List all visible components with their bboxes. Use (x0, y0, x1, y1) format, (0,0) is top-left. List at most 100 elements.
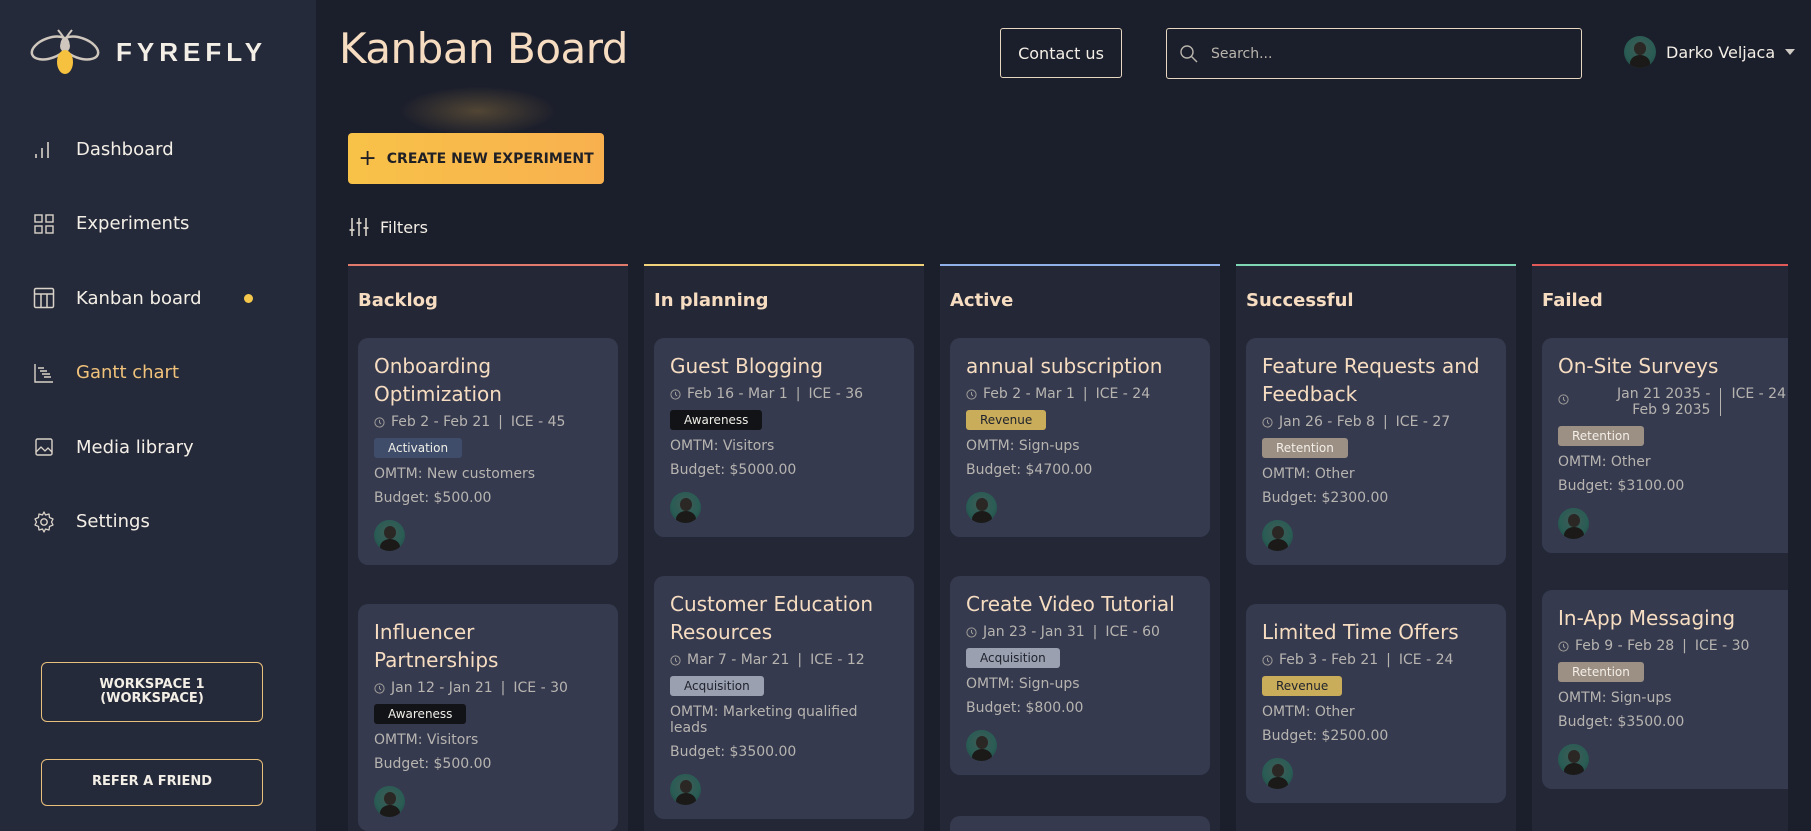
card-dates: Feb 3 - Feb 21 (1279, 652, 1379, 668)
experiment-card[interactable]: Feature Requests and Feedback Jan 26 - F… (1246, 338, 1506, 565)
card-title: Influencer Partnerships (374, 620, 499, 672)
card-ice-score: ICE - 24 (1095, 386, 1151, 402)
avatar (374, 786, 405, 817)
card-dates: Feb 2 - Feb 21 (391, 414, 491, 430)
column-successful: Successful Feature Requests and Feedback… (1236, 264, 1516, 831)
create-button-label: CREATE NEW EXPERIMENT (386, 150, 594, 167)
search-icon (1180, 44, 1198, 62)
card-meta: Feb 3 - Feb 21 | ICE - 24 (1262, 652, 1490, 668)
button-glow (398, 86, 558, 136)
card-meta: Jan 12 - Jan 21 | ICE - 30 (374, 680, 602, 696)
column-failed: Failed On-Site Surveys Jan 21 2035 - Feb… (1532, 264, 1788, 831)
experiment-card[interactable]: Guest Blogging Feb 16 - Mar 1 | ICE - 36… (654, 338, 914, 537)
workspace-button[interactable]: WORKSPACE 1 (WORKSPACE) (41, 662, 263, 722)
category-badge: Awareness (670, 410, 763, 430)
sidebar-item-kanban-board[interactable]: Kanban board (0, 261, 316, 336)
card-title: On-Site Surveys (1558, 354, 1719, 378)
divider: | (500, 680, 506, 696)
page-title: Kanban Board (339, 24, 628, 73)
card-title: annual subscription (966, 354, 1163, 378)
filters-icon (349, 218, 369, 236)
experiment-card[interactable]: Create Video Tutorial Jan 23 - Jan 31 | … (950, 576, 1210, 775)
avatar (966, 492, 997, 523)
card-dates: Mar 7 - Mar 21 (687, 652, 790, 668)
card-meta: Jan 21 2035 - Feb 9 2035 ICE - 24 (1558, 386, 1786, 418)
sidebar: FYREFLY Dashboard Experiments Kanban boa… (0, 0, 316, 831)
card-omtm: OMTM: Visitors (374, 732, 479, 748)
refer-a-friend-button[interactable]: REFER A FRIEND (41, 759, 263, 806)
card-title: In-App Messaging (1558, 606, 1736, 630)
divider: | (1386, 652, 1391, 668)
assignee-avatar (1262, 758, 1293, 789)
card-budget: Budget: $5000.00 (670, 462, 797, 478)
contact-us-button[interactable]: Contact us (1000, 28, 1122, 78)
card-budget: Budget: $800.00 (966, 700, 1084, 716)
clock-icon (670, 655, 681, 666)
clock-icon (1262, 655, 1273, 666)
experiment-card[interactable]: In-App Messaging Feb 9 - Feb 28 | ICE - … (1542, 590, 1788, 789)
firefly-logo-icon (30, 29, 100, 74)
divider: | (1382, 414, 1388, 430)
clock-icon (670, 389, 681, 400)
user-menu[interactable]: Darko Veljaca (1624, 36, 1796, 68)
card-ice-score: ICE - 30 (513, 680, 568, 696)
sidebar-item-label: Media library (76, 436, 194, 458)
card-dates: Feb 9 - Feb 28 (1575, 638, 1675, 654)
sidebar-item-label: Settings (76, 511, 150, 533)
card-meta: Jan 26 - Feb 8 | ICE - 27 (1262, 414, 1490, 430)
column-backlog: Backlog Onboarding Optimization Feb 2 - … (348, 264, 628, 831)
create-new-experiment-button[interactable]: + CREATE NEW EXPERIMENT (348, 133, 604, 184)
card-budget: Budget: $3500.00 (670, 744, 797, 760)
gear-icon (32, 510, 56, 534)
avatar (374, 520, 405, 551)
card-omtm: OMTM: Marketing qualified leads (670, 704, 858, 736)
sidebar-item-label: Experiments (76, 213, 190, 235)
card-dates: Jan 26 - Feb 8 (1279, 414, 1375, 430)
assignee-avatar (670, 492, 701, 523)
card-omtm: OMTM: Other (1558, 454, 1651, 470)
sidebar-item-settings[interactable]: Settings (0, 485, 316, 560)
sidebar-item-experiments[interactable]: Experiments (0, 187, 316, 262)
divider (1720, 388, 1722, 416)
card-ice-score: ICE - 45 (510, 414, 566, 430)
card-budget: Budget: $4700.00 (966, 462, 1093, 478)
experiment-card[interactable]: Onboarding Optimization Feb 2 - Feb 21 |… (358, 338, 618, 565)
assignee-avatar (966, 730, 997, 761)
category-badge: Acquisition (966, 648, 1060, 668)
sidebar-item-label: Gantt chart (76, 362, 180, 384)
image-icon (32, 435, 56, 459)
gantt-icon (32, 361, 56, 385)
card-ice-score: ICE - 24 (1731, 386, 1786, 402)
card-dates: Feb 2 - Mar 1 (983, 386, 1075, 402)
clock-icon (966, 627, 977, 638)
card-omtm: OMTM: Other (1262, 466, 1355, 482)
experiment-card[interactable]: On-Site Surveys Jan 21 2035 - Feb 9 2035… (1542, 338, 1788, 553)
assignee-avatar (966, 492, 997, 523)
experiment-card[interactable] (950, 816, 1210, 831)
column-active: Active annual subscription Feb 2 - Mar 1… (940, 264, 1220, 831)
sidebar-item-dashboard[interactable]: Dashboard (0, 112, 316, 187)
card-budget: Budget: $500.00 (374, 756, 492, 772)
filters-label: Filters (380, 217, 428, 237)
clock-icon (374, 683, 385, 694)
experiment-card[interactable]: Influencer Partnerships Jan 12 - Jan 21 … (358, 604, 618, 831)
experiment-card[interactable]: annual subscription Feb 2 - Mar 1 | ICE … (950, 338, 1210, 537)
divider: | (1092, 624, 1098, 640)
card-meta: Feb 2 - Mar 1 | ICE - 24 (966, 386, 1194, 402)
sidebar-item-gantt-chart[interactable]: Gantt chart (0, 336, 316, 411)
divider: | (498, 414, 503, 430)
sidebar-item-media-library[interactable]: Media library (0, 410, 316, 485)
search-input[interactable] (1211, 45, 1551, 62)
filters-button[interactable]: Filters (348, 216, 428, 238)
card-ice-score: ICE - 24 (1398, 652, 1454, 668)
experiment-card[interactable]: Limited Time Offers Feb 3 - Feb 21 | ICE… (1246, 604, 1506, 803)
bar-chart-icon (32, 137, 56, 161)
category-badge: Retention (1262, 438, 1348, 458)
category-badge: Acquisition (670, 676, 764, 696)
card-meta: Feb 16 - Mar 1 | ICE - 36 (670, 386, 898, 402)
experiment-card[interactable]: Customer Education Resources Mar 7 - Mar… (654, 576, 914, 819)
card-title: Create Video Tutorial (966, 592, 1175, 616)
search-box[interactable] (1166, 28, 1582, 79)
brand-logo[interactable]: FYREFLY (30, 24, 267, 80)
assignee-avatar (670, 774, 701, 805)
